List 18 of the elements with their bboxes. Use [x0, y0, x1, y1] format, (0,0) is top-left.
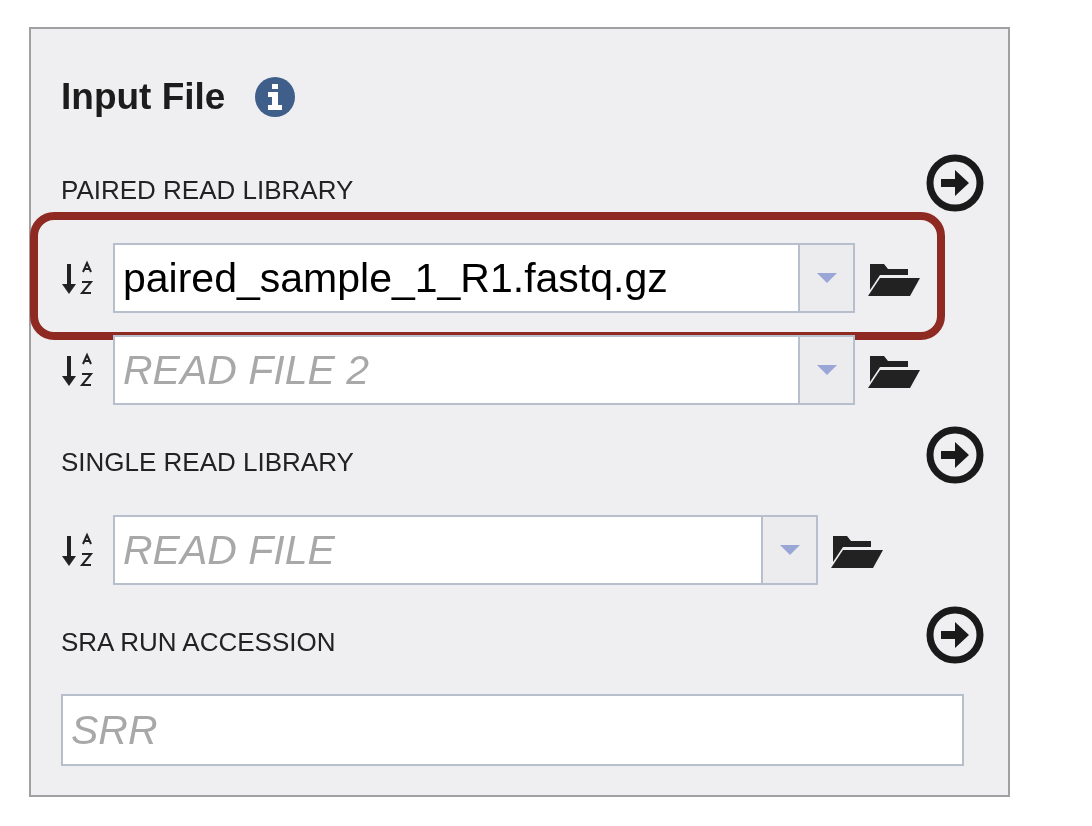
sort-icon[interactable]: [61, 352, 95, 388]
field-label: SRA RUN ACCESSION: [61, 626, 336, 658]
arrow-right-icon[interactable]: [925, 153, 985, 213]
section-title: Input File: [61, 76, 226, 118]
file-field[interactable]: READ FILE: [113, 515, 761, 585]
sort-icon[interactable]: [61, 260, 95, 296]
arrow-right-icon[interactable]: [925, 425, 985, 485]
file-field[interactable]: READ FILE 2: [113, 335, 798, 405]
caret-icon: [816, 365, 837, 375]
field-label: PAIRED READ LIBRARY: [61, 174, 354, 206]
caret-icon: [779, 545, 800, 555]
field-label: SINGLE READ LIBRARY: [61, 446, 354, 478]
caret-icon: [816, 273, 837, 283]
info-icon[interactable]: [255, 77, 296, 117]
text-field[interactable]: SRR: [61, 694, 964, 766]
arrow-right-icon[interactable]: [925, 605, 985, 665]
sort-icon[interactable]: [61, 532, 95, 568]
file-field[interactable]: paired_sample_1_R1.fastq.gz: [113, 243, 798, 313]
